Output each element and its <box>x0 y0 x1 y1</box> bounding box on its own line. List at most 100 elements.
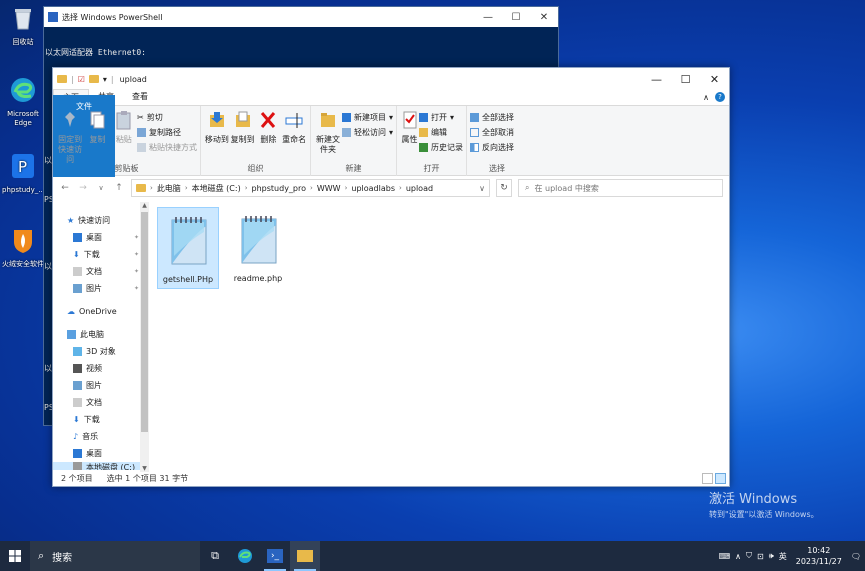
taskbar-powershell[interactable]: ›_ <box>260 541 290 571</box>
recent-locations-button[interactable]: ∨ <box>95 184 107 192</box>
paste-shortcut-button[interactable]: 粘贴快捷方式 <box>137 140 197 155</box>
breadcrumb-item[interactable]: WWW <box>317 184 341 193</box>
large-icons-view-button[interactable] <box>715 472 726 484</box>
select-none-button[interactable]: 全部取消 <box>470 125 514 140</box>
rename-icon <box>285 113 303 128</box>
task-view-button[interactable]: ⧉ <box>200 541 230 571</box>
nav-pictures[interactable]: 图片 ✦ <box>53 280 149 297</box>
start-button[interactable] <box>0 550 30 562</box>
chevron-down-icon[interactable]: ∨ <box>479 184 485 193</box>
select-all-button[interactable]: 全部选择 <box>470 110 514 125</box>
file-item[interactable]: readme.php <box>227 207 289 289</box>
nav-documents[interactable]: 文档 ✦ <box>53 263 149 280</box>
address-bar: ← → ∨ ↑ › 此电脑 › 本地磁盘 (C:) › phpstudy_pro › … <box>53 176 729 200</box>
windows-icon <box>9 550 21 562</box>
breadcrumb-item[interactable]: uploadlabs <box>351 184 395 193</box>
details-view-button[interactable] <box>702 472 713 484</box>
show-hidden-icons-button[interactable]: ∧ <box>735 552 741 561</box>
volume-icon[interactable]: 🕪 <box>769 551 774 561</box>
open-icon <box>419 113 428 122</box>
maximize-button[interactable]: ☐ <box>502 12 530 23</box>
network-icon[interactable]: ⊡ <box>757 552 764 561</box>
edge-icon <box>238 549 252 563</box>
nav-3d-objects[interactable]: 3D 对象 <box>53 343 149 360</box>
properties-quick-icon[interactable]: ☑ <box>78 75 85 84</box>
breadcrumb-item[interactable]: upload <box>406 184 433 193</box>
nav-local-disk[interactable]: 本地磁盘 (C:) <box>53 462 149 470</box>
powershell-titlebar[interactable]: 选择 Windows PowerShell — ☐ ✕ <box>44 7 558 27</box>
clock[interactable]: 10:42 2023/11/27 <box>796 545 842 567</box>
back-button[interactable]: ← <box>59 183 71 193</box>
nav-quick-access[interactable]: ★ 快速访问 <box>53 212 149 229</box>
task-view-icon: ⧉ <box>211 549 219 562</box>
nav-downloads[interactable]: ⬇ 下载 ✦ <box>53 246 149 263</box>
close-button[interactable]: ✕ <box>530 12 558 23</box>
chevron-down-icon[interactable]: ▾ <box>103 75 107 84</box>
navigation-pane[interactable]: ★ 快速访问 桌面 ✦ ⬇ 下载 ✦ 文档 ✦ 图片 ✦ ☁ OneDrive 此电脑 3D … <box>53 202 149 472</box>
notification-icon[interactable]: 🗨 <box>851 552 861 561</box>
forward-button[interactable]: → <box>77 183 89 193</box>
pin-icon: ✦ <box>133 268 139 275</box>
nav-videos[interactable]: 视频 <box>53 360 149 377</box>
maximize-button[interactable]: ☐ <box>671 73 700 86</box>
group-new: 新建文件夹 新建项目 ▾ 轻松访问 ▾ 新建 <box>311 106 397 176</box>
nav-desktop[interactable]: 桌面 ✦ <box>53 229 149 246</box>
up-button[interactable]: ↑ <box>113 183 125 193</box>
breadcrumb-item[interactable]: 此电脑 <box>157 183 181 194</box>
close-button[interactable]: ✕ <box>700 73 729 86</box>
powershell-console[interactable]: 以太网适配器 Ethernet0: <box>44 27 558 58</box>
taskbar-explorer[interactable] <box>290 541 320 571</box>
scroll-up-icon[interactable]: ▲ <box>140 202 149 209</box>
desktop-icon-phpstudy[interactable]: P phpstudy_... <box>2 152 45 195</box>
minimize-button[interactable]: — <box>474 12 502 23</box>
keyboard-icon[interactable]: ⌨ <box>719 552 731 561</box>
desktop-icon-recycle-bin[interactable]: 回收站 <box>2 4 44 47</box>
system-tray: ⌨ ∧ ⛉ ⊡ 🕪 英 10:42 2023/11/27 🗨 <box>719 545 865 567</box>
group-select: 全部选择 全部取消 反向选择 选择 <box>467 106 527 176</box>
minimize-button[interactable]: — <box>642 73 671 86</box>
desktop-icon-huorong[interactable]: 火绒安全软件 <box>2 226 44 269</box>
nav-downloads-pc[interactable]: ⬇ 下载 <box>53 411 149 428</box>
refresh-button[interactable]: ↻ <box>496 179 512 197</box>
explorer-window[interactable]: | ☑ ▾ | upload — ☐ ✕ 文件 主页 共享 查看 ∧ ? 固定到… <box>52 67 730 487</box>
breadcrumb[interactable]: › 此电脑 › 本地磁盘 (C:) › phpstudy_pro › WWW › upl… <box>131 179 490 197</box>
collapse-ribbon-icon[interactable]: ∧ <box>703 93 709 102</box>
file-list[interactable]: getshell.PHp readme.php <box>149 202 729 472</box>
nav-pictures-pc[interactable]: 图片 <box>53 377 149 394</box>
taskbar-edge[interactable] <box>230 541 260 571</box>
invert-selection-button[interactable]: 反向选择 <box>470 140 514 155</box>
huorong-tray-icon[interactable]: ⛉ <box>746 551 752 561</box>
recycle-bin-icon <box>15 9 31 30</box>
nav-documents-pc[interactable]: 文档 <box>53 394 149 411</box>
activation-watermark: 激活 Windows 转到"设置"以激活 Windows。 <box>709 488 819 520</box>
open-button[interactable]: 打开 ▾ <box>419 110 463 125</box>
cut-button[interactable]: ✂ 剪切 <box>137 110 197 125</box>
nav-scrollbar[interactable]: ▲ ▼ <box>140 202 149 472</box>
search-input[interactable]: ⌕ 在 upload 中搜索 <box>518 179 723 197</box>
easy-access-button[interactable]: 轻松访问 ▾ <box>341 125 393 140</box>
tab-view[interactable]: 查看 <box>123 89 157 105</box>
ime-indicator[interactable]: 英 <box>779 551 787 562</box>
nav-onedrive[interactable]: ☁ OneDrive <box>53 303 149 320</box>
help-icon[interactable]: ? <box>715 92 725 102</box>
copy-path-button[interactable]: 复制路径 <box>137 125 197 140</box>
search-placeholder: 在 upload 中搜索 <box>534 183 599 193</box>
nav-desktop-pc[interactable]: 桌面 <box>53 445 149 462</box>
folder-icon <box>136 184 146 192</box>
breadcrumb-item[interactable]: 本地磁盘 (C:) <box>192 183 241 194</box>
history-button[interactable]: 历史记录 <box>419 140 463 155</box>
file-item[interactable]: getshell.PHp <box>157 207 219 289</box>
explorer-titlebar[interactable]: | ☑ ▾ | upload — ☐ ✕ <box>53 68 729 90</box>
pictures-icon <box>73 284 82 293</box>
edge-icon <box>11 78 35 102</box>
edit-button[interactable]: 编辑 <box>419 125 463 140</box>
nav-this-pc[interactable]: 此电脑 <box>53 326 149 343</box>
search-icon: ⌕ <box>525 183 530 192</box>
desktop-icon-edge[interactable]: Microsoft Edge <box>2 76 44 128</box>
taskbar-search[interactable]: ⌕ 搜索 <box>30 541 200 571</box>
scrollbar-thumb[interactable] <box>141 212 148 432</box>
new-item-button[interactable]: 新建项目 ▾ <box>341 110 393 125</box>
breadcrumb-item[interactable]: phpstudy_pro <box>252 184 307 193</box>
new-folder-quick-icon[interactable] <box>88 75 99 83</box>
nav-music[interactable]: ♪ 音乐 <box>53 428 149 445</box>
